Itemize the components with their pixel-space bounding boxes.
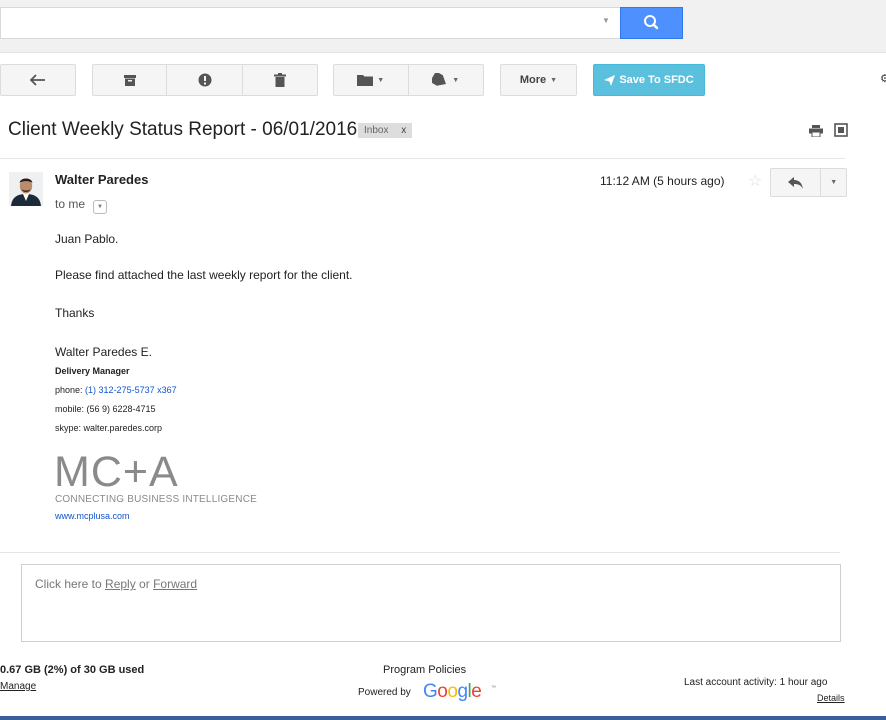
company-website-link[interactable]: www.mcplusa.com [55, 511, 130, 521]
reply-button-group: ▼ [770, 168, 847, 197]
chevron-down-icon: ▼ [550, 76, 558, 84]
reply-prompt-prefix: Click here to [35, 577, 106, 591]
search-options-dropdown-icon[interactable]: ▼ [602, 16, 616, 30]
labels-button[interactable]: ▼ [407, 65, 484, 95]
program-policies-link[interactable]: Program Policies [383, 664, 466, 676]
body-paragraph: Please find attached the last weekly rep… [55, 268, 353, 282]
signature-skype: skype: walter.paredes.corp [55, 423, 163, 433]
quick-reply-box[interactable]: Click here to Reply or Forward [21, 564, 841, 642]
remove-label-button[interactable]: x [401, 125, 406, 136]
chevron-down-icon: ▼ [377, 76, 385, 84]
delete-button[interactable] [241, 65, 317, 95]
save-to-sfdc-button[interactable]: Save To SFDC [593, 64, 705, 96]
trademark-mark: ™ [491, 685, 496, 691]
message-timestamp: 11:12 AM (5 hours ago) [600, 174, 725, 188]
archive-button[interactable] [93, 65, 166, 95]
save-to-sfdc-label: Save To SFDC [619, 74, 694, 86]
sender-avatar[interactable] [9, 172, 43, 206]
action-button-group [92, 64, 318, 96]
report-spam-icon [198, 73, 211, 87]
storage-usage: 0.67 GB (2%) of 30 GB used [0, 664, 145, 676]
signature-phone: phone: (1) 312-275-5737 x367 [55, 385, 177, 395]
bottom-edge-bar [0, 716, 886, 720]
open-new-window-button[interactable] [834, 123, 848, 142]
new-window-icon [834, 123, 848, 137]
header-divider [0, 158, 845, 159]
signature-mobile: mobile: (56 9) 6228-4715 [55, 404, 156, 414]
avatar-photo [9, 172, 43, 206]
label-tag-icon [432, 73, 447, 86]
search-button[interactable] [620, 7, 683, 39]
signature-phone-label: phone: [55, 385, 83, 395]
activity-details-link[interactable]: Details [817, 693, 845, 703]
folder-icon [357, 75, 374, 86]
search-icon [644, 15, 659, 30]
company-tagline: CONNECTING BUSINESS INTELLIGENCE [55, 494, 257, 505]
chevron-down-icon: ▼ [830, 179, 838, 186]
last-account-activity: Last account activity: 1 hour ago [684, 677, 828, 688]
reply-link[interactable]: Reply [105, 577, 136, 591]
report-spam-button[interactable] [166, 65, 241, 95]
body-greeting: Juan Pablo. [55, 232, 119, 246]
sender-name[interactable]: Walter Paredes [55, 172, 148, 187]
move-to-button[interactable]: ▼ [334, 65, 408, 95]
powered-by-text: Powered by [358, 687, 411, 698]
reply-prompt: Click here to Reply or Forward [35, 577, 197, 591]
organize-button-group: ▼ ▼ [333, 64, 484, 96]
body-closing: Thanks [55, 306, 95, 320]
recipient-line: to me [55, 197, 86, 211]
back-to-inbox-button[interactable] [0, 64, 76, 96]
more-button-label: More [519, 74, 547, 86]
more-actions-button[interactable]: ▼ [820, 169, 846, 196]
arrow-left-icon [30, 74, 45, 86]
signature-name: Walter Paredes E. [55, 345, 152, 359]
email-subject: Client Weekly Status Report - 06/01/2016 [8, 119, 358, 140]
company-logo: MC+A [54, 448, 179, 496]
search-input[interactable] [0, 7, 620, 39]
more-button[interactable]: More ▼ [500, 64, 577, 96]
signature-title: Delivery Manager [55, 366, 130, 376]
archive-icon [123, 74, 136, 86]
inbox-label-badge[interactable]: Inbox x [358, 123, 413, 138]
chevron-down-icon: ▼ [452, 76, 460, 84]
google-logo: Google [423, 681, 482, 702]
trash-icon [273, 73, 286, 87]
show-details-toggle[interactable]: ▼ [93, 200, 107, 214]
forward-link[interactable]: Forward [153, 577, 197, 591]
print-icon [809, 125, 823, 138]
reply-prompt-middle: or [135, 577, 154, 591]
paper-plane-icon [604, 74, 616, 86]
star-icon[interactable]: ☆ [748, 171, 762, 191]
manage-storage-link[interactable]: Manage [0, 681, 36, 692]
message-divider [0, 552, 840, 553]
print-button[interactable] [809, 124, 823, 142]
reply-button[interactable] [771, 169, 820, 196]
settings-edge-icon[interactable]: ⚙ [880, 72, 886, 86]
inbox-label-text: Inbox [364, 125, 389, 136]
reply-icon [787, 176, 803, 189]
signature-phone-link[interactable]: (1) 312-275-5737 x367 [85, 385, 177, 395]
